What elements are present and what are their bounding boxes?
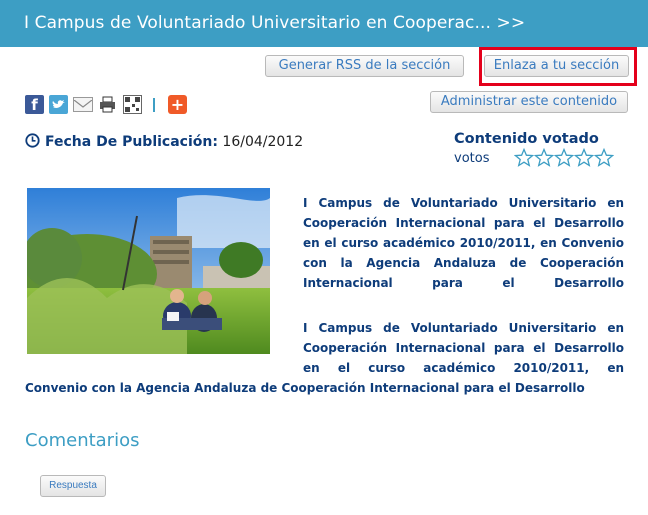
article-paragraph-1: I Campus de Voluntariado Universitario e… bbox=[303, 196, 624, 290]
reply-button[interactable]: Respuesta bbox=[40, 475, 106, 497]
date-value: 16/04/2012 bbox=[222, 134, 304, 150]
clock-icon bbox=[25, 133, 40, 152]
star-icon[interactable] bbox=[594, 148, 614, 168]
twitter-icon[interactable] bbox=[49, 95, 68, 114]
date-label: Fecha De Publicación: bbox=[45, 134, 218, 150]
rss-button[interactable]: Generar RSS de la sección bbox=[265, 55, 464, 77]
article-paragraph-2: I Campus de Voluntariado Universitario e… bbox=[303, 321, 624, 375]
star-icon[interactable] bbox=[554, 148, 574, 168]
admin-content-button[interactable]: Administrar este contenido bbox=[430, 91, 628, 113]
facebook-icon[interactable]: f bbox=[25, 95, 44, 114]
article-paragraph-2-continued: Convenio con la Agencia Andaluza de Coop… bbox=[25, 381, 585, 395]
star-icon[interactable] bbox=[514, 148, 534, 168]
votes-label: votos bbox=[454, 151, 490, 166]
comments-title: Comentarios bbox=[25, 430, 140, 451]
separator bbox=[153, 98, 155, 112]
print-icon[interactable] bbox=[98, 95, 117, 114]
star-icon[interactable] bbox=[574, 148, 594, 168]
email-icon[interactable] bbox=[73, 97, 93, 112]
qr-code-icon[interactable] bbox=[123, 95, 142, 114]
voted-title: Contenido votado bbox=[454, 131, 599, 147]
publication-date: Fecha De Publicación: 16/04/2012 bbox=[25, 133, 303, 152]
add-plus-icon[interactable]: + bbox=[168, 95, 187, 114]
star-rating[interactable] bbox=[514, 148, 614, 170]
star-icon[interactable] bbox=[534, 148, 554, 168]
section-title[interactable]: I Campus de Voluntariado Universitario e… bbox=[24, 13, 525, 33]
article-photo bbox=[27, 188, 270, 354]
link-section-button[interactable]: Enlaza a tu sección bbox=[484, 55, 629, 77]
section-header[interactable]: I Campus de Voluntariado Universitario e… bbox=[0, 0, 648, 47]
